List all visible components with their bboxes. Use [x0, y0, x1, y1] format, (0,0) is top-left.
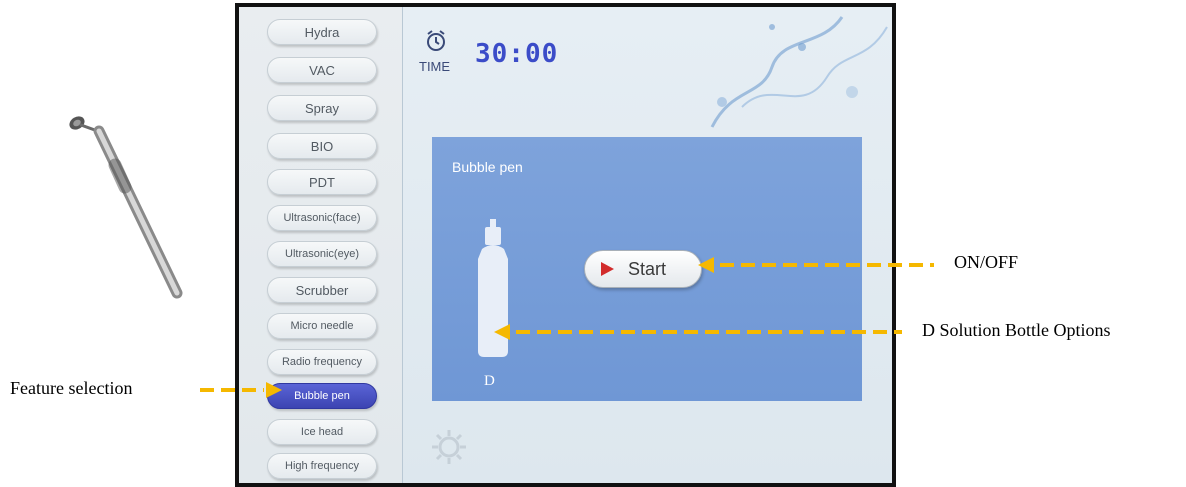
timer-display: 30:00	[475, 39, 559, 69]
feature-selection-annotation: Feature selection	[10, 378, 133, 398]
feature-spray-button[interactable]: Spray	[267, 95, 377, 121]
feature-ultrasonic-face-button[interactable]: Ultrasonic(face)	[267, 205, 377, 231]
feature-pdt-button[interactable]: PDT	[267, 169, 377, 195]
device-screen: Hydra VAC Spray BIO PDT Ultrasonic(face)…	[235, 3, 896, 487]
alarm-clock-icon	[427, 30, 445, 51]
feature-selection-pointer-arrow	[200, 382, 282, 398]
start-button[interactable]: Start	[584, 250, 702, 288]
feature-bubble-pen-button[interactable]: Bubble pen	[267, 383, 377, 409]
bottle-options-pointer-arrow	[494, 324, 902, 340]
water-splash-decoration	[710, 16, 888, 128]
start-button-label: Start	[628, 258, 667, 279]
feature-scrubber-button[interactable]: Scrubber	[267, 277, 377, 303]
feature-hydra-button[interactable]: Hydra	[267, 19, 377, 45]
feature-radio-frequency-button[interactable]: Radio frequency	[267, 349, 377, 375]
feature-high-frequency-button[interactable]: High frequency	[267, 453, 377, 479]
time-label: TIME	[419, 59, 451, 74]
on-off-pointer-arrow	[698, 257, 934, 273]
bottle-label: D	[484, 373, 495, 389]
gear-icon	[432, 430, 466, 464]
feature-sidebar: Hydra VAC Spray BIO PDT Ultrasonic(face)…	[239, 7, 403, 483]
play-icon	[601, 262, 614, 276]
feature-ice-head-button[interactable]: Ice head	[267, 419, 377, 445]
bubble-pen-handpiece-image	[69, 116, 183, 299]
feature-vac-button[interactable]: VAC	[267, 57, 377, 83]
feature-ultrasonic-eye-button[interactable]: Ultrasonic(eye)	[267, 241, 377, 267]
screen-content: Hydra VAC Spray BIO PDT Ultrasonic(face)…	[239, 7, 892, 483]
feature-micro-needle-button[interactable]: Micro needle	[267, 313, 377, 339]
panel-title: Bubble pen	[452, 159, 523, 175]
bottle-options-annotation: D Solution Bottle Options	[922, 320, 1111, 340]
on-off-annotation: ON/OFF	[954, 252, 1019, 272]
feature-bio-button[interactable]: BIO	[267, 133, 377, 159]
